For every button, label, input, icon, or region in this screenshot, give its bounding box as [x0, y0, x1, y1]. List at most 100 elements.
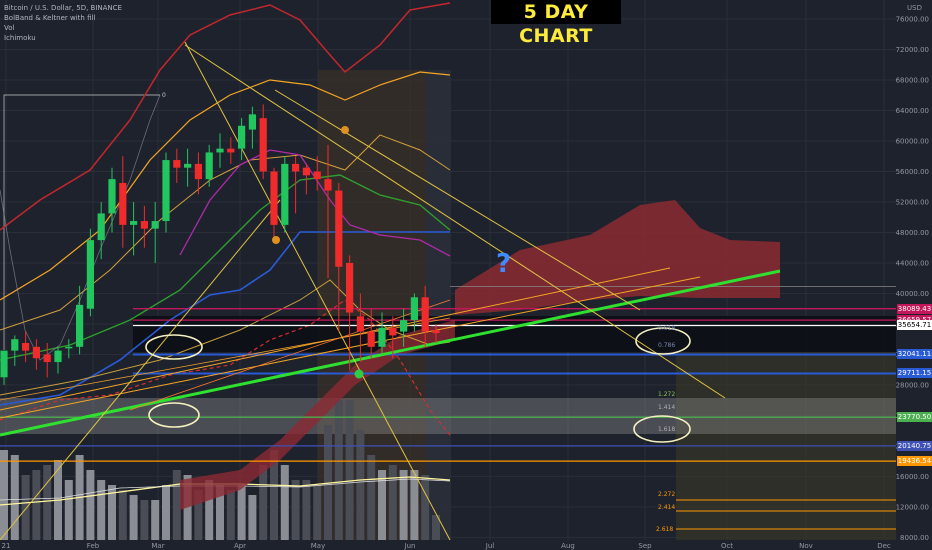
volume-bar [86, 470, 95, 540]
candle-body [43, 354, 51, 363]
candle-body [356, 316, 364, 332]
fib-label: 1.414 [658, 404, 675, 411]
candle-body [389, 327, 397, 336]
y-tick-label: 12000.00 [896, 503, 929, 511]
x-tick-label: 21 [2, 542, 11, 550]
question-mark-annotation: ? [496, 249, 511, 279]
volume-bar [259, 465, 268, 540]
candle-body [65, 346, 73, 349]
volume-bar [172, 470, 181, 540]
candle-body [54, 350, 62, 363]
x-tick-label: Aug [561, 542, 575, 550]
volume-bar [345, 400, 354, 540]
candle-body [367, 331, 375, 347]
x-tick-label: Jun [404, 542, 416, 550]
chart-legend: Bitcoin / U.S. Dollar, 5D, BINANCE BolBa… [4, 3, 122, 43]
volume-bar [313, 485, 322, 540]
legend-indicator-bands: BolBand & Keltner with fill [4, 14, 96, 22]
candle-body [162, 160, 170, 222]
candle-body [313, 171, 321, 180]
fib-label: 0 [162, 92, 166, 99]
y-tick-label: 48000.00 [896, 229, 929, 237]
candle-body [119, 182, 127, 225]
candle-body [410, 297, 418, 321]
candle-body [324, 179, 332, 191]
candle-body [32, 346, 40, 359]
price-tag: 23770.50 [897, 412, 932, 423]
legend-indicator-volume: Vol [4, 24, 15, 32]
volume-bar [97, 480, 106, 540]
fib-label: 2.272 [658, 491, 675, 498]
volume-bar [421, 475, 430, 540]
candle-body [22, 343, 30, 351]
x-tick-label: Nov [799, 542, 813, 550]
candle-body [335, 190, 343, 267]
price-tag: 32041.11 [897, 349, 932, 360]
candle-body [86, 240, 94, 309]
x-tick-label: Sep [638, 542, 652, 550]
fib-label: 1.272 [658, 391, 675, 398]
candle-body [302, 167, 310, 176]
chart-title-badge: 5 DAY CHART [491, 0, 621, 47]
price-tag: 35654.71 [897, 320, 932, 331]
zone-grey-band [0, 398, 896, 434]
y-tick-label: 68000.00 [896, 77, 929, 85]
x-tick-label: Oct [721, 542, 733, 550]
y-tick-label: 72000.00 [896, 46, 929, 54]
volume-bar [237, 485, 246, 540]
candle-body [194, 163, 202, 180]
dot-orange [341, 126, 349, 134]
legend-symbol: Bitcoin / U.S. Dollar, 5D, BINANCE [4, 4, 122, 12]
candle-body [173, 160, 181, 168]
candle-body [281, 163, 289, 225]
candle-body [227, 148, 235, 153]
y-axis: USD 76000.00 72000.00 68000.00 64000.00 60000… [896, 0, 932, 550]
candle-body [400, 320, 408, 332]
volume-bar [399, 470, 408, 540]
volume-bar [291, 480, 300, 540]
volume-bar [32, 470, 41, 540]
x-tick-label: Apr [234, 542, 246, 550]
volume-bar [21, 475, 30, 540]
y-tick-label: 64000.00 [896, 107, 929, 115]
fib-label: 1.618 [658, 426, 675, 433]
y-tick-label: 40000.00 [896, 290, 929, 298]
price-chart[interactable]: ? 0 1.272 1.414 1.618 2.272 2.414 2.618 0.618 0.7… [0, 0, 932, 550]
fib-label: 0.618 [658, 325, 675, 332]
candle-body [184, 163, 192, 168]
volume-bar [10, 455, 19, 540]
candle-body [108, 179, 116, 214]
volume-bar [367, 455, 376, 540]
candle-body [205, 152, 213, 180]
y-tick-label: 28000.00 [896, 381, 929, 389]
price-tag: 20140.75 [897, 440, 932, 451]
volume-bar [162, 485, 170, 540]
price-tag: 19436.54 [897, 456, 932, 467]
candle-body [151, 221, 159, 229]
price-tag: 38089.43 [897, 303, 932, 314]
legend-indicator-ichimoku: Ichimoku [4, 34, 36, 42]
fib-label: 2.414 [658, 504, 675, 511]
y-tick-label: 60000.00 [896, 138, 929, 146]
volume-bar [43, 465, 52, 540]
y-tick-label: 56000.00 [896, 168, 929, 176]
volume-bar [226, 490, 235, 540]
volume-bar [388, 465, 397, 540]
candle-body [292, 163, 300, 172]
fib-label: 0.786 [658, 342, 675, 349]
candle-body [270, 171, 278, 225]
candle-body [76, 304, 84, 347]
candle-body [238, 125, 246, 149]
volume-bar [334, 400, 343, 540]
volume-bar [118, 490, 127, 540]
zone-black-band [133, 316, 896, 352]
dot-orange [272, 236, 280, 244]
candle-body [216, 148, 224, 153]
x-tick-label: Mar [151, 542, 164, 550]
volume-bar [280, 465, 289, 540]
y-tick-label: 76000.00 [896, 16, 929, 24]
y-axis-unit: USD [907, 4, 922, 12]
volume-bar [410, 470, 419, 540]
y-tick-label: 52000.00 [896, 198, 929, 206]
zone-projection [676, 352, 896, 544]
